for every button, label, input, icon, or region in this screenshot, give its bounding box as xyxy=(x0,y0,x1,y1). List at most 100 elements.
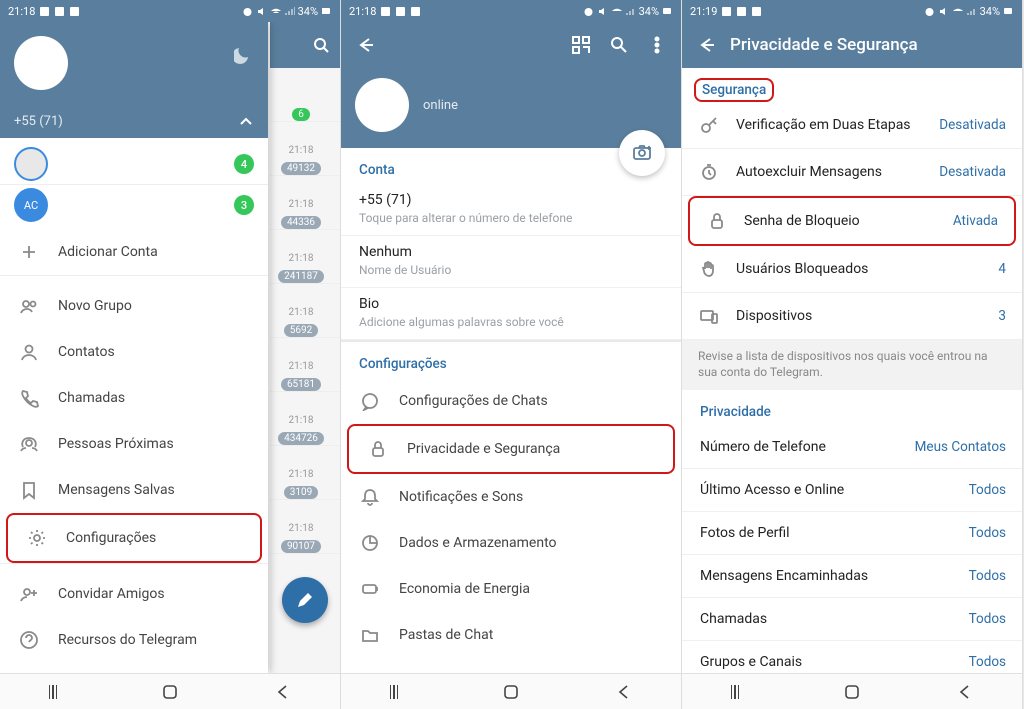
home-button[interactable] xyxy=(162,684,178,700)
compose-fab[interactable] xyxy=(282,577,328,623)
telegram-features-item[interactable]: Recursos do Telegram xyxy=(0,617,268,663)
devices-item[interactable]: Dispositivos xyxy=(341,658,681,673)
calls-item[interactable]: Chamadas xyxy=(0,375,268,421)
passcode-lock-item[interactable]: Senha de Bloqueio Ativada xyxy=(690,198,1014,244)
item-value: Desativada xyxy=(939,164,1006,180)
avatar[interactable] xyxy=(14,36,68,90)
chat-row[interactable]: 21:185692 xyxy=(270,284,340,338)
phone-setting[interactable]: +55 (71) Toque para alterar o número de … xyxy=(341,184,681,236)
phone-privacy-item[interactable]: Número de Telefone Meus Contatos xyxy=(682,426,1022,469)
status-bar: 21:18 34% xyxy=(341,0,681,22)
username-setting[interactable]: Nenhum Nome de Usuário xyxy=(341,236,681,288)
privacy-security-item[interactable]: Privacidade e Segurança xyxy=(349,426,673,472)
devices-item[interactable]: Dispositivos 3 xyxy=(682,293,1022,340)
night-mode-toggle[interactable] xyxy=(234,46,254,70)
recents-button[interactable] xyxy=(49,685,65,699)
blocked-users-item[interactable]: Usuários Bloqueados 4 xyxy=(682,246,1022,293)
android-navbar xyxy=(341,673,681,709)
drawer-item-label: Chamadas xyxy=(58,390,250,406)
home-button[interactable] xyxy=(503,684,519,700)
settings-item[interactable]: Configurações xyxy=(8,515,260,561)
pie-icon xyxy=(359,532,381,554)
setting-primary: Nenhum xyxy=(359,244,663,260)
status-bar: 21:19 34% xyxy=(682,0,1022,22)
recents-button[interactable] xyxy=(731,685,747,699)
item-label: Dispositivos xyxy=(736,308,982,324)
setting-primary: Bio xyxy=(359,296,663,312)
more-icon[interactable] xyxy=(647,35,667,55)
devices-icon xyxy=(698,306,720,326)
back-button[interactable] xyxy=(275,684,291,700)
item-value: 4 xyxy=(998,261,1006,277)
chat-row[interactable]: 21:18241187 xyxy=(270,230,340,284)
nearby-icon xyxy=(18,433,40,455)
devices-hint: Revise a lista de dispositivos nos quais… xyxy=(682,340,1022,390)
back-arrow-icon[interactable] xyxy=(355,35,375,55)
notifications-item[interactable]: Notificações e Sons xyxy=(341,474,681,520)
bio-setting[interactable]: Bio Adicione algumas palavras sobre você xyxy=(341,288,681,340)
data-storage-item[interactable]: Dados e Armazenamento xyxy=(341,520,681,566)
setting-primary: +55 (71) xyxy=(359,192,663,208)
item-label: Configurações de Chats xyxy=(399,393,663,409)
help-icon xyxy=(18,629,40,651)
rec-icon xyxy=(39,6,50,17)
new-group-item[interactable]: Novo Grupo xyxy=(0,283,268,329)
chat-row[interactable]: 6 xyxy=(270,68,340,122)
bookmark-icon xyxy=(18,479,40,501)
rec-icon xyxy=(736,6,747,17)
chat-row[interactable]: 21:1849132 xyxy=(270,122,340,176)
chevron-up-icon[interactable] xyxy=(236,112,254,130)
rec-icon xyxy=(380,6,391,17)
item-label: Privacidade e Segurança xyxy=(407,441,655,457)
signal-icon xyxy=(625,6,636,17)
chat-row[interactable]: 21:1865181 xyxy=(270,338,340,392)
invite-friends-item[interactable]: Convidar Amigos xyxy=(0,571,268,617)
avatar[interactable] xyxy=(355,78,409,132)
search-icon[interactable] xyxy=(609,35,629,55)
setting-secondary: Adicione algumas palavras sobre você xyxy=(359,315,663,329)
groups-privacy-item[interactable]: Grupos e Canais Todos xyxy=(682,641,1022,673)
chat-row[interactable]: 21:183109 xyxy=(270,446,340,500)
nearby-item[interactable]: Pessoas Próximas xyxy=(0,421,268,467)
battery-icon xyxy=(662,6,673,17)
qr-icon[interactable] xyxy=(571,35,591,55)
profile-photos-item[interactable]: Fotos de Perfil Todos xyxy=(682,512,1022,555)
item-value: Ativada xyxy=(953,213,998,229)
forwarded-messages-item[interactable]: Mensagens Encaminhadas Todos xyxy=(682,555,1022,598)
power-saving-item[interactable]: Economia de Energia xyxy=(341,566,681,612)
mute-icon xyxy=(256,6,267,17)
chat-row[interactable]: 21:1890107 xyxy=(270,500,340,554)
android-navbar xyxy=(0,673,340,709)
phone-icon xyxy=(18,387,40,409)
item-value: Meus Contatos xyxy=(915,439,1006,455)
recents-button[interactable] xyxy=(390,685,406,699)
back-button[interactable] xyxy=(957,684,973,700)
calls-privacy-item[interactable]: Chamadas Todos xyxy=(682,598,1022,641)
plus-icon xyxy=(18,241,40,263)
last-seen-item[interactable]: Último Acesso e Online Todos xyxy=(682,469,1022,512)
contacts-item[interactable]: Contatos xyxy=(0,329,268,375)
account-row-2[interactable]: AC 3 xyxy=(0,185,268,229)
item-value: Todos xyxy=(969,611,1006,627)
change-photo-fab[interactable] xyxy=(619,130,665,176)
navigation-drawer: +55 (71) 4 AC 3 Adicionar Conta xyxy=(0,22,268,673)
rec-icon xyxy=(54,6,65,17)
appbar: Privacidade e Segurança xyxy=(682,22,1022,68)
saved-messages-item[interactable]: Mensagens Salvas xyxy=(0,467,268,513)
item-value: Todos xyxy=(969,568,1006,584)
chat-row[interactable]: 21:18434726 xyxy=(270,392,340,446)
chats-settings-item[interactable]: Configurações de Chats xyxy=(341,378,681,424)
search-icon-wrap[interactable] xyxy=(270,22,340,68)
account-row-1[interactable]: 4 xyxy=(0,138,268,185)
wifi-icon xyxy=(270,6,281,17)
chat-row[interactable]: 21:1844336 xyxy=(270,176,340,230)
two-step-item[interactable]: Verificação em Duas Etapas Desativada xyxy=(682,102,1022,149)
chat-folders-item[interactable]: Pastas de Chat xyxy=(341,612,681,658)
home-button[interactable] xyxy=(844,684,860,700)
auto-delete-item[interactable]: Autoexcluir Mensagens Desativada xyxy=(682,149,1022,196)
setting-secondary: Nome de Usuário xyxy=(359,263,663,277)
add-account-item[interactable]: Adicionar Conta xyxy=(0,229,268,275)
back-button[interactable] xyxy=(616,684,632,700)
back-arrow-icon[interactable] xyxy=(696,35,716,55)
chat-icon xyxy=(359,390,381,412)
